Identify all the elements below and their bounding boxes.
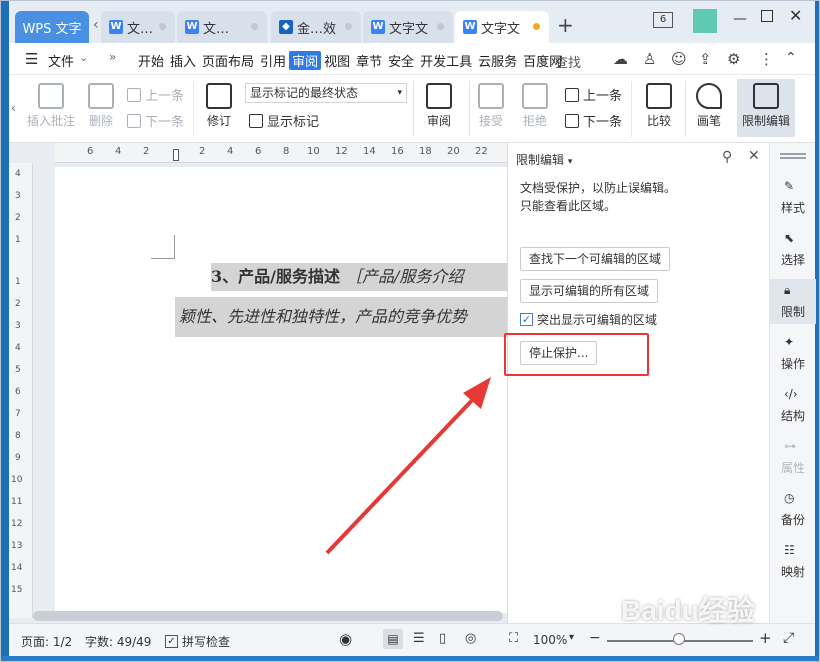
brush-icon: ✎ xyxy=(784,179,795,193)
word-count[interactable]: 字数: 49/49 xyxy=(85,633,151,650)
code-icon: ‹/› xyxy=(784,387,798,401)
rail-action[interactable]: ✦ 操作 xyxy=(770,335,816,372)
zoom-slider-thumb[interactable] xyxy=(673,633,685,645)
page-view-icon[interactable]: ▤ xyxy=(383,629,403,649)
arrow-shaft xyxy=(325,393,479,555)
map-icon: ☷ xyxy=(784,543,795,557)
cursor-icon: ⬉ xyxy=(784,231,795,245)
sliders-icon: ⊶ xyxy=(784,439,796,453)
label: 样式 xyxy=(780,201,805,215)
page-count[interactable]: 页面: 1/2 xyxy=(21,633,72,650)
label: 操作 xyxy=(780,357,805,371)
label: 映射 xyxy=(780,565,805,579)
rail-style[interactable]: ✎ 样式 xyxy=(770,179,816,216)
label: 结构 xyxy=(780,409,805,423)
spell-check-button[interactable]: ✓ 拼写检查 xyxy=(165,633,230,650)
annotation-arrow xyxy=(325,377,491,555)
eye-protect-icon[interactable]: ◉ xyxy=(339,630,352,648)
zoom-out-icon[interactable]: − xyxy=(589,630,601,646)
web-view-icon[interactable]: ◎ xyxy=(465,631,476,646)
label: 备份 xyxy=(780,513,805,527)
rail-restrict[interactable]: 🔒︎ 限制 xyxy=(770,279,816,324)
reading-view-icon[interactable]: ▯ xyxy=(439,631,446,646)
zoom-dropdown-icon[interactable]: ▾ xyxy=(569,632,574,643)
spell-check-icon: ✓ xyxy=(165,635,178,648)
history-icon: ◷ xyxy=(784,491,795,505)
rail-grip-icon[interactable] xyxy=(780,153,806,155)
fit-page-icon[interactable]: ⛶ xyxy=(509,631,518,646)
wps-window: WPS 文字 ‹ W 文… W 文… ◆ 金…效 W 文字文 W 文字文 + 6 — ✕ … xyxy=(0,0,820,662)
zoom-in-icon[interactable]: + xyxy=(759,629,772,647)
label: 拼写检查 xyxy=(182,635,231,649)
right-tool-rail: ✎ 样式 ⬉ 选择 🔒︎ 限制 ✦ 操作 ‹/› 结构 ⊶ 属性 ◷ 备份 ☷ 映射 xyxy=(769,143,816,623)
magic-icon: ✦ xyxy=(784,335,795,349)
zoom-level[interactable]: 100% xyxy=(533,633,567,647)
baidu-watermark: Baidu经验 xyxy=(621,595,755,626)
desktop-edge-bottom xyxy=(1,656,819,661)
lock-icon: 🔒︎ xyxy=(784,283,791,297)
label: 选择 xyxy=(780,253,805,267)
fullscreen-icon[interactable]: ⤢ xyxy=(783,630,794,646)
rail-structure[interactable]: ‹/› 结构 xyxy=(770,387,816,424)
label: 限制 xyxy=(780,305,805,319)
rail-backup[interactable]: ◷ 备份 xyxy=(770,491,816,528)
rail-select[interactable]: ⬉ 选择 xyxy=(770,231,816,268)
outline-view-icon[interactable]: ☰ xyxy=(413,631,425,646)
rail-map[interactable]: ☷ 映射 xyxy=(770,543,816,580)
rail-properties[interactable]: ⊶ 属性 xyxy=(770,439,816,476)
label: 属性 xyxy=(780,461,805,475)
